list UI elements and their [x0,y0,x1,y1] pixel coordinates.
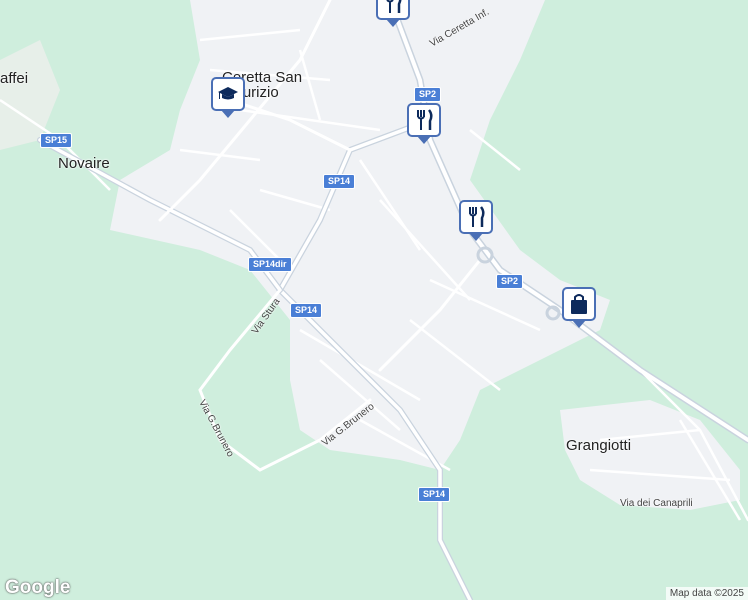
urban-area [110,0,610,470]
road-shield-sp14: SP14 [290,303,323,318]
map-canvas[interactable]: Ceretta San Maurizio Novaire Grangiotti … [0,0,748,600]
place-label-novaire: Novaire [58,155,110,172]
street-label-via-canaprili: Via dei Canaprili [620,498,693,509]
map-base [0,0,748,600]
road-shield-sp14dir: SP14dir [248,257,292,272]
fork-knife-icon [386,0,402,13]
poi-restaurant[interactable] [407,103,441,144]
road-shield-sp14: SP14 [323,174,356,189]
poi-restaurant[interactable] [376,0,410,27]
road-shield-sp2: SP2 [496,274,524,289]
road-shield-sp15: SP15 [40,133,73,148]
map-attribution[interactable]: Map data ©2025 [665,587,748,600]
road-shield-sp14: SP14 [418,487,451,502]
fork-knife-icon [417,109,433,130]
poi-shopping[interactable] [562,287,596,328]
road-shield-sp2: SP2 [414,87,442,102]
poi-school[interactable] [211,77,245,118]
poi-restaurant[interactable] [459,200,493,241]
shopping-bag-icon [571,294,587,314]
google-logo: Google [5,577,71,598]
fork-knife-icon [469,206,485,227]
place-label-grangiotti: Grangiotti [566,437,632,454]
place-label-caffei: affei [0,70,29,87]
graduation-cap-icon [218,87,238,100]
